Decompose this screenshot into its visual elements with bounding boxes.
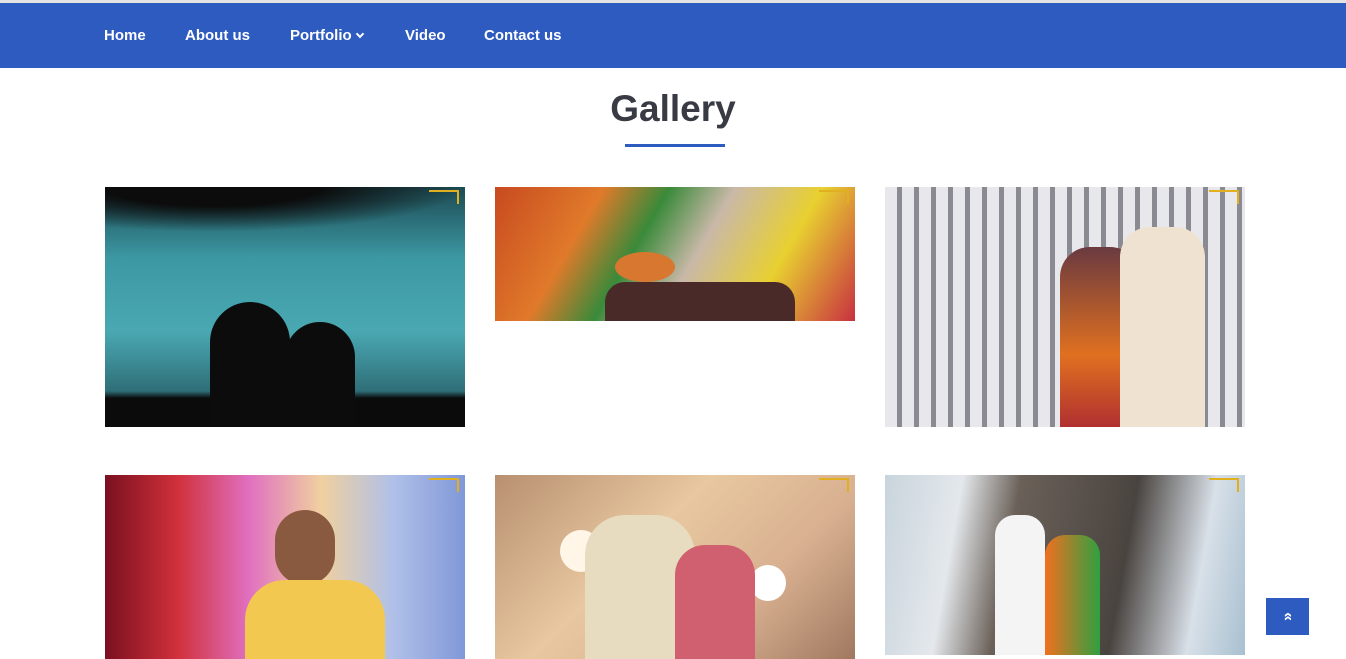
chevron-down-icon	[355, 29, 364, 39]
double-chevron-up-icon: »	[1279, 612, 1296, 621]
gallery-image-bride-groom[interactable]	[495, 475, 855, 659]
watermark-logo	[1209, 478, 1239, 492]
main-nav: Home About us Portfolio Video Contact us	[0, 3, 1346, 68]
watermark-logo	[429, 478, 459, 492]
gallery-image-groom-portrait[interactable]	[105, 475, 465, 659]
nav-about[interactable]: About us	[185, 27, 250, 44]
nav-home[interactable]: Home	[104, 27, 146, 44]
nav-video[interactable]: Video	[405, 27, 446, 44]
page-title: Gallery	[610, 88, 736, 129]
scroll-to-top-button[interactable]: »	[1266, 598, 1309, 635]
gallery-image-fence-couple[interactable]	[885, 187, 1245, 427]
title-underline	[625, 144, 725, 147]
nav-portfolio-label: Portfolio	[290, 27, 352, 44]
watermark-logo	[819, 478, 849, 492]
watermark-logo	[819, 190, 849, 204]
gallery-image-garland-exchange[interactable]	[885, 475, 1245, 655]
gallery-image-diya[interactable]	[495, 187, 855, 321]
nav-contact[interactable]: Contact us	[484, 27, 562, 44]
watermark-logo	[1209, 190, 1239, 204]
gallery-image-silhouette[interactable]	[105, 187, 465, 427]
nav-portfolio[interactable]: Portfolio	[290, 27, 364, 44]
watermark-logo	[429, 190, 459, 204]
